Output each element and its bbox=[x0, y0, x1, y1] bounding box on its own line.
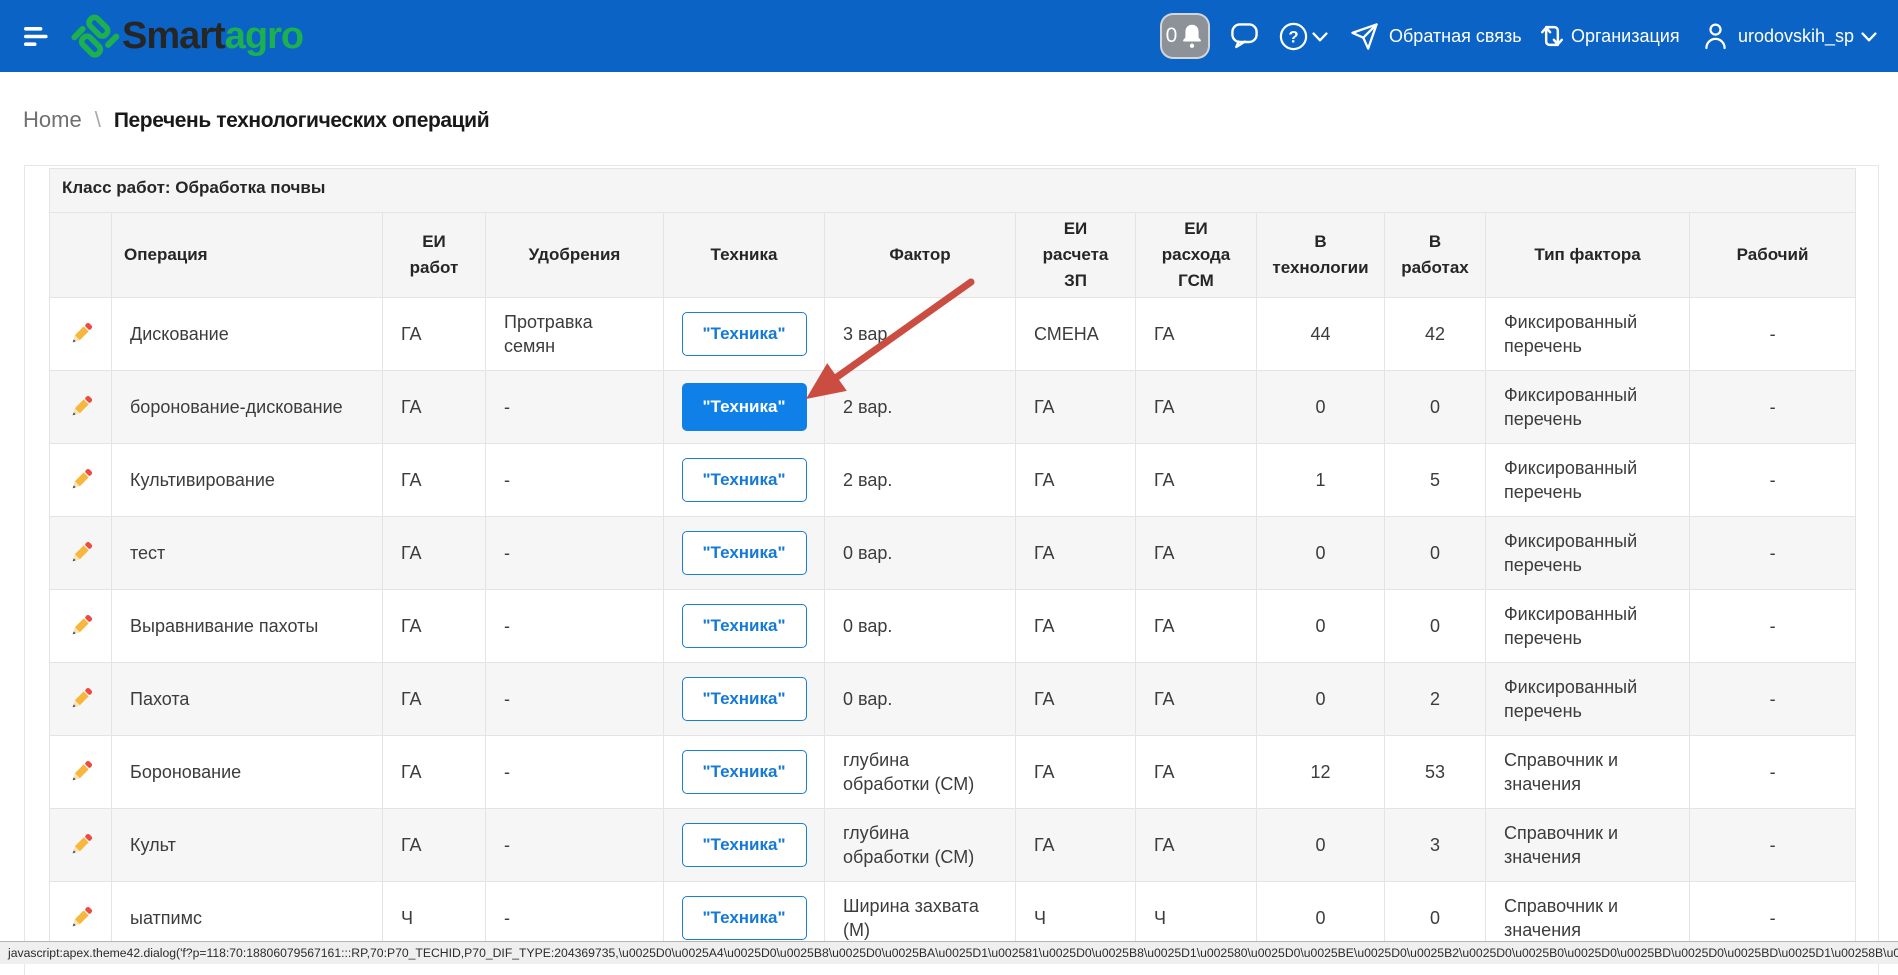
svg-text:?: ? bbox=[1288, 28, 1298, 46]
